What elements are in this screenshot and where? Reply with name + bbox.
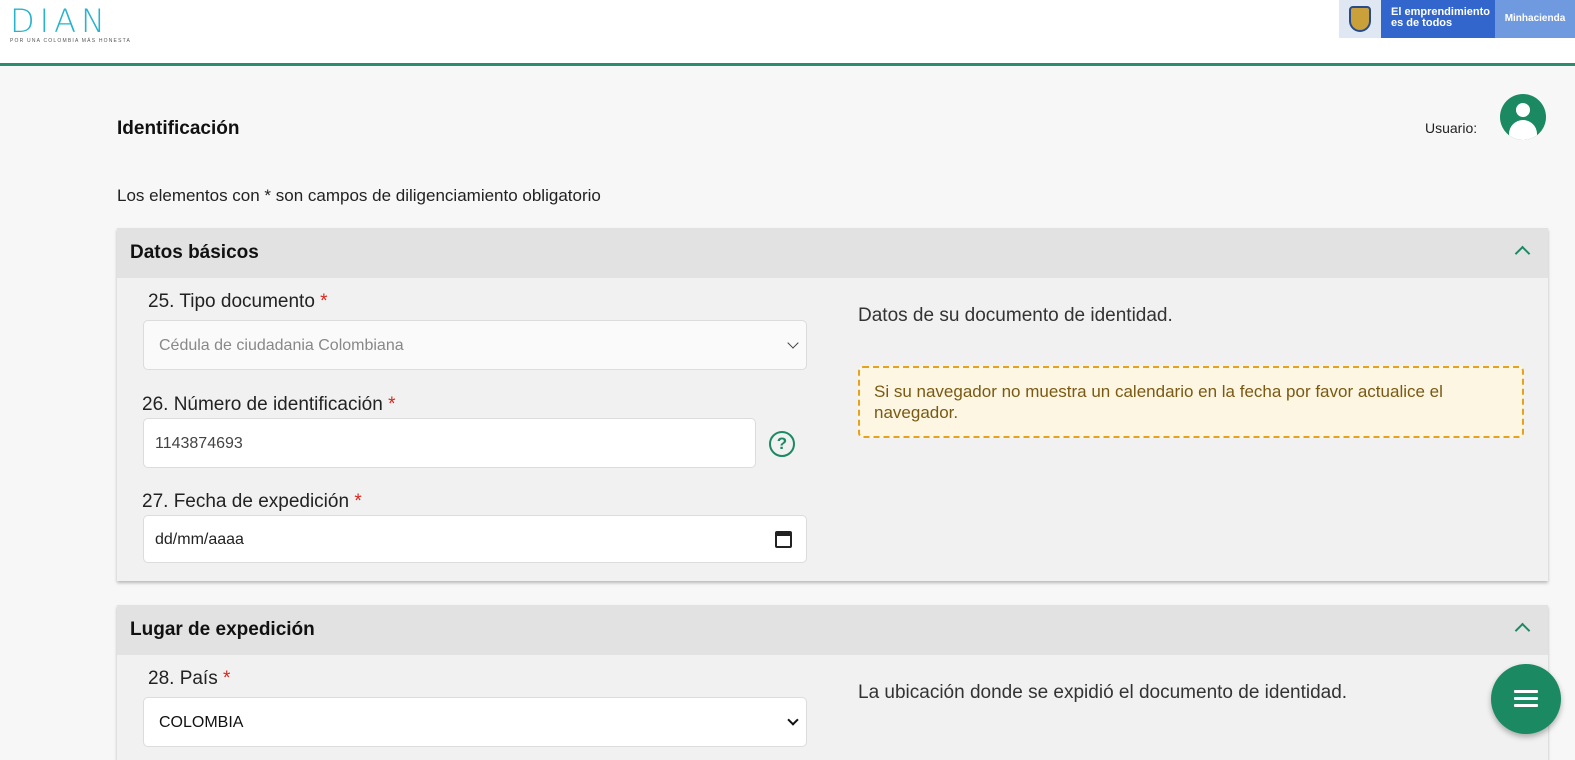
tipo-documento-value: Cédula de ciudadania Colombiana xyxy=(159,337,404,354)
user-circle-icon[interactable] xyxy=(1500,94,1546,140)
fecha-expedicion-input[interactable]: dd/mm/aaaa xyxy=(143,515,807,563)
pais-label-text: 28. País xyxy=(148,668,218,689)
pais-label: 28. País * xyxy=(148,668,230,690)
gov-slogan-line2: es de todos xyxy=(1391,17,1453,29)
top-header: DIAN POR UNA COLOMBIA MÁS HONESTA El emp… xyxy=(0,0,1575,66)
lugar-expedicion-header[interactable]: Lugar de expedición xyxy=(117,605,1548,655)
lugar-expedicion-description: La ubicación donde se expidió el documen… xyxy=(858,682,1348,703)
datos-basicos-description: Datos de su documento de identidad. xyxy=(858,305,1173,326)
pais-select[interactable]: COLOMBIA xyxy=(143,697,807,747)
chevron-down-icon xyxy=(787,337,799,349)
chevron-up-icon[interactable] xyxy=(1514,245,1531,262)
page-title: Identificación xyxy=(117,118,240,139)
numero-identificacion-value: 1143874693 xyxy=(155,435,243,452)
datos-basicos-header[interactable]: Datos básicos xyxy=(117,228,1548,278)
tipo-documento-label: 25. Tipo documento * xyxy=(148,291,328,313)
tipo-documento-label-text: 25. Tipo documento xyxy=(148,291,315,312)
required-asterisk: * xyxy=(320,291,328,312)
calendar-icon[interactable] xyxy=(775,531,792,548)
gov-slogan: El emprendimiento es de todos xyxy=(1381,0,1495,38)
chevron-up-icon[interactable] xyxy=(1514,622,1531,639)
required-asterisk: * xyxy=(223,668,231,689)
numero-identificacion-label: 26. Número de identificación * xyxy=(142,394,396,416)
required-asterisk: * xyxy=(354,491,362,512)
government-banner: El emprendimiento es de todos Minhaciend… xyxy=(1339,0,1575,38)
tipo-documento-select[interactable]: Cédula de ciudadania Colombiana xyxy=(143,320,807,370)
fecha-expedicion-label: 27. Fecha de expedición * xyxy=(142,491,362,513)
fecha-expedicion-value: dd/mm/aaaa xyxy=(155,531,244,548)
logo-tagline: POR UNA COLOMBIA MÁS HONESTA xyxy=(10,38,132,44)
chevron-down-icon xyxy=(787,714,799,726)
hamburger-line xyxy=(1514,690,1538,693)
required-fields-note: Los elementos con * son campos de dilige… xyxy=(117,186,601,205)
pais-value: COLOMBIA xyxy=(159,714,244,731)
required-asterisk: * xyxy=(388,394,396,415)
question-circle-icon[interactable]: ? xyxy=(769,431,795,457)
fecha-expedicion-label-text: 27. Fecha de expedición xyxy=(142,491,350,512)
numero-identificacion-label-text: 26. Número de identificación xyxy=(142,394,383,415)
datos-basicos-section: Datos básicos 25. Tipo documento * Cédul… xyxy=(117,228,1548,581)
section-title: Datos básicos xyxy=(130,242,259,263)
dian-logo[interactable]: DIAN POR UNA COLOMBIA MÁS HONESTA xyxy=(10,2,132,44)
hamburger-line xyxy=(1514,697,1538,700)
ministry-label: Minhacienda xyxy=(1495,0,1575,38)
numero-identificacion-input[interactable]: 1143874693 xyxy=(143,418,756,468)
user-label: Usuario: xyxy=(1425,120,1478,136)
menu-fab-button[interactable] xyxy=(1491,664,1561,734)
coat-of-arms-icon xyxy=(1339,0,1381,38)
lugar-expedicion-section: Lugar de expedición 28. País * COLOMBIA … xyxy=(117,605,1548,760)
browser-warning: Si su navegador no muestra un calendario… xyxy=(858,366,1524,438)
logo-text: DIAN xyxy=(10,2,110,40)
section-title: Lugar de expedición xyxy=(130,619,315,640)
hamburger-line xyxy=(1514,704,1538,707)
